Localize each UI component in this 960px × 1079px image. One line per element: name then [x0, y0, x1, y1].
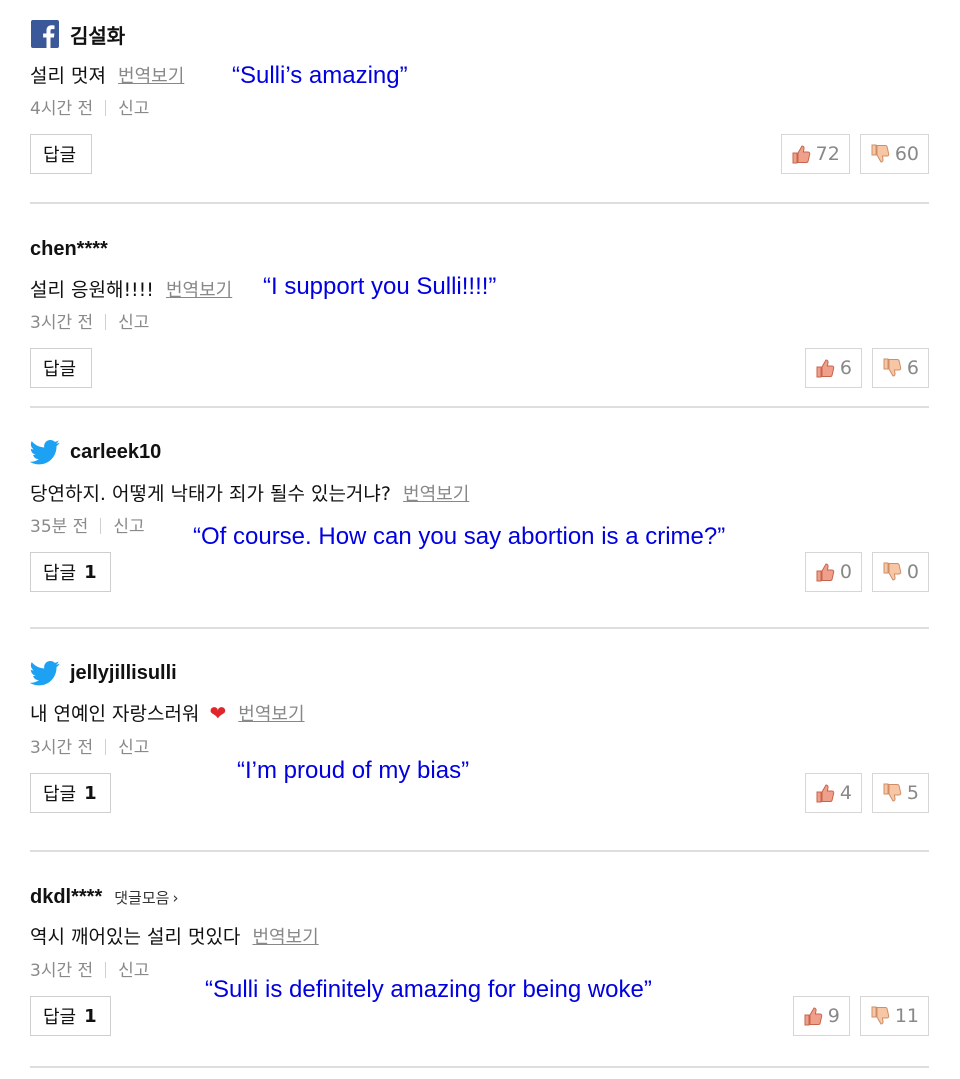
- translate-link[interactable]: 번역보기: [238, 704, 304, 725]
- translate-link[interactable]: 번역보기: [118, 66, 184, 87]
- separator: [105, 314, 107, 330]
- facebook-icon: [31, 20, 59, 48]
- thumbs-down-icon: [883, 562, 902, 581]
- like-count: 9: [827, 1005, 840, 1027]
- like-button[interactable]: 6: [804, 348, 862, 388]
- translate-link[interactable]: 번역보기: [252, 927, 318, 948]
- translation-annotation: “I support you Sulli!!!!”: [263, 273, 497, 300]
- comment-author[interactable]: chen****: [30, 238, 108, 261]
- heart-emoji: ❤: [209, 701, 227, 725]
- comment-time: 3시간 전: [30, 961, 94, 981]
- comment-divider: [30, 202, 929, 204]
- reply-label: 답글: [43, 784, 77, 805]
- dislike-button[interactable]: 6: [871, 348, 929, 388]
- reply-button[interactable]: 답글 1: [30, 552, 111, 592]
- separator: [100, 518, 102, 534]
- like-button[interactable]: 9: [792, 996, 850, 1036]
- comment-time: 4시간 전: [30, 99, 94, 119]
- dislike-button[interactable]: 11: [859, 996, 929, 1036]
- comment-divider: [30, 406, 929, 408]
- translation-annotation: “I’m proud of my bias”: [237, 757, 470, 784]
- translate-link[interactable]: 번역보기: [166, 280, 232, 301]
- like-count: 72: [815, 143, 840, 165]
- comment-divider: [30, 1066, 929, 1068]
- chevron-right-icon: ›: [172, 888, 179, 907]
- reply-button[interactable]: 답글 1: [30, 773, 111, 813]
- thumbs-down-icon: [883, 783, 902, 802]
- comment-text: 설리 응원해!!!!: [30, 279, 154, 301]
- comment-text: 당연하지. 어떻게 낙태가 죄가 될수 있는거냐?: [30, 483, 391, 505]
- thumbs-up-icon: [792, 145, 810, 164]
- reply-count: 1: [84, 1005, 97, 1027]
- dislike-button[interactable]: 60: [859, 134, 929, 174]
- reply-label: 답글: [43, 1007, 77, 1028]
- thumbs-up-icon: [804, 1007, 822, 1026]
- twitter-bird-icon: [30, 440, 60, 465]
- dislike-count: 6: [906, 357, 919, 379]
- report-link[interactable]: 신고: [118, 313, 149, 333]
- separator: [105, 962, 107, 978]
- translation-annotation: “Sulli’s amazing”: [232, 62, 408, 89]
- thumbs-up-icon: [816, 563, 835, 582]
- comment-divider: [30, 850, 929, 852]
- dislike-count: 0: [906, 561, 919, 583]
- translate-link[interactable]: 번역보기: [403, 484, 469, 505]
- thumbs-up-icon: [816, 359, 835, 378]
- like-button[interactable]: 72: [780, 134, 850, 174]
- comment-author[interactable]: carleek10: [70, 441, 161, 464]
- reply-label: 답글: [43, 563, 77, 584]
- comment-text: 내 연예인 자랑스러워: [30, 703, 200, 725]
- thumbs-down-icon: [883, 358, 902, 377]
- reply-button[interactable]: 답글 1: [30, 996, 111, 1036]
- report-link[interactable]: 신고: [113, 517, 144, 537]
- like-count: 6: [839, 357, 852, 379]
- thumbs-up-icon: [816, 784, 835, 803]
- reply-count: 1: [84, 561, 97, 583]
- reply-label: 답글: [43, 145, 77, 166]
- comment-divider: [30, 627, 929, 629]
- comment-time: 3시간 전: [30, 738, 94, 758]
- comment-author[interactable]: 김설화: [70, 20, 125, 49]
- translation-annotation: “Of course. How can you say abortion is …: [193, 523, 726, 550]
- comment-author[interactable]: dkdl****: [30, 886, 102, 909]
- comment-author[interactable]: jellyjillisulli: [70, 662, 177, 685]
- separator: [105, 739, 107, 755]
- twitter-bird-icon: [30, 661, 60, 686]
- dislike-count: 60: [894, 143, 919, 165]
- comment-time: 35분 전: [30, 517, 89, 537]
- reply-count: 1: [84, 782, 97, 804]
- like-button[interactable]: 4: [804, 773, 862, 813]
- reply-button[interactable]: 답글: [30, 348, 92, 388]
- comment-text: 설리 멋져: [30, 65, 106, 87]
- report-link[interactable]: 신고: [118, 738, 149, 758]
- dislike-count: 5: [906, 782, 919, 804]
- like-button[interactable]: 0: [804, 552, 862, 592]
- translation-annotation: “Sulli is definitely amazing for being w…: [205, 976, 652, 1003]
- comment-collection-label: 댓글모음: [114, 888, 170, 907]
- thumbs-down-icon: [871, 1006, 890, 1025]
- dislike-button[interactable]: 0: [871, 552, 929, 592]
- separator: [105, 100, 107, 116]
- like-count: 0: [839, 561, 852, 583]
- dislike-button[interactable]: 5: [871, 773, 929, 813]
- reply-button[interactable]: 답글: [30, 134, 92, 174]
- comment-text: 역시 깨어있는 설리 멋있다: [30, 926, 241, 948]
- report-link[interactable]: 신고: [118, 961, 149, 981]
- comment-collection-link[interactable]: 댓글모음 ›: [114, 887, 178, 908]
- like-count: 4: [839, 782, 852, 804]
- reply-label: 답글: [43, 359, 77, 380]
- report-link[interactable]: 신고: [118, 99, 149, 119]
- comment-time: 3시간 전: [30, 313, 94, 333]
- thumbs-down-icon: [871, 144, 890, 163]
- dislike-count: 11: [894, 1005, 919, 1027]
